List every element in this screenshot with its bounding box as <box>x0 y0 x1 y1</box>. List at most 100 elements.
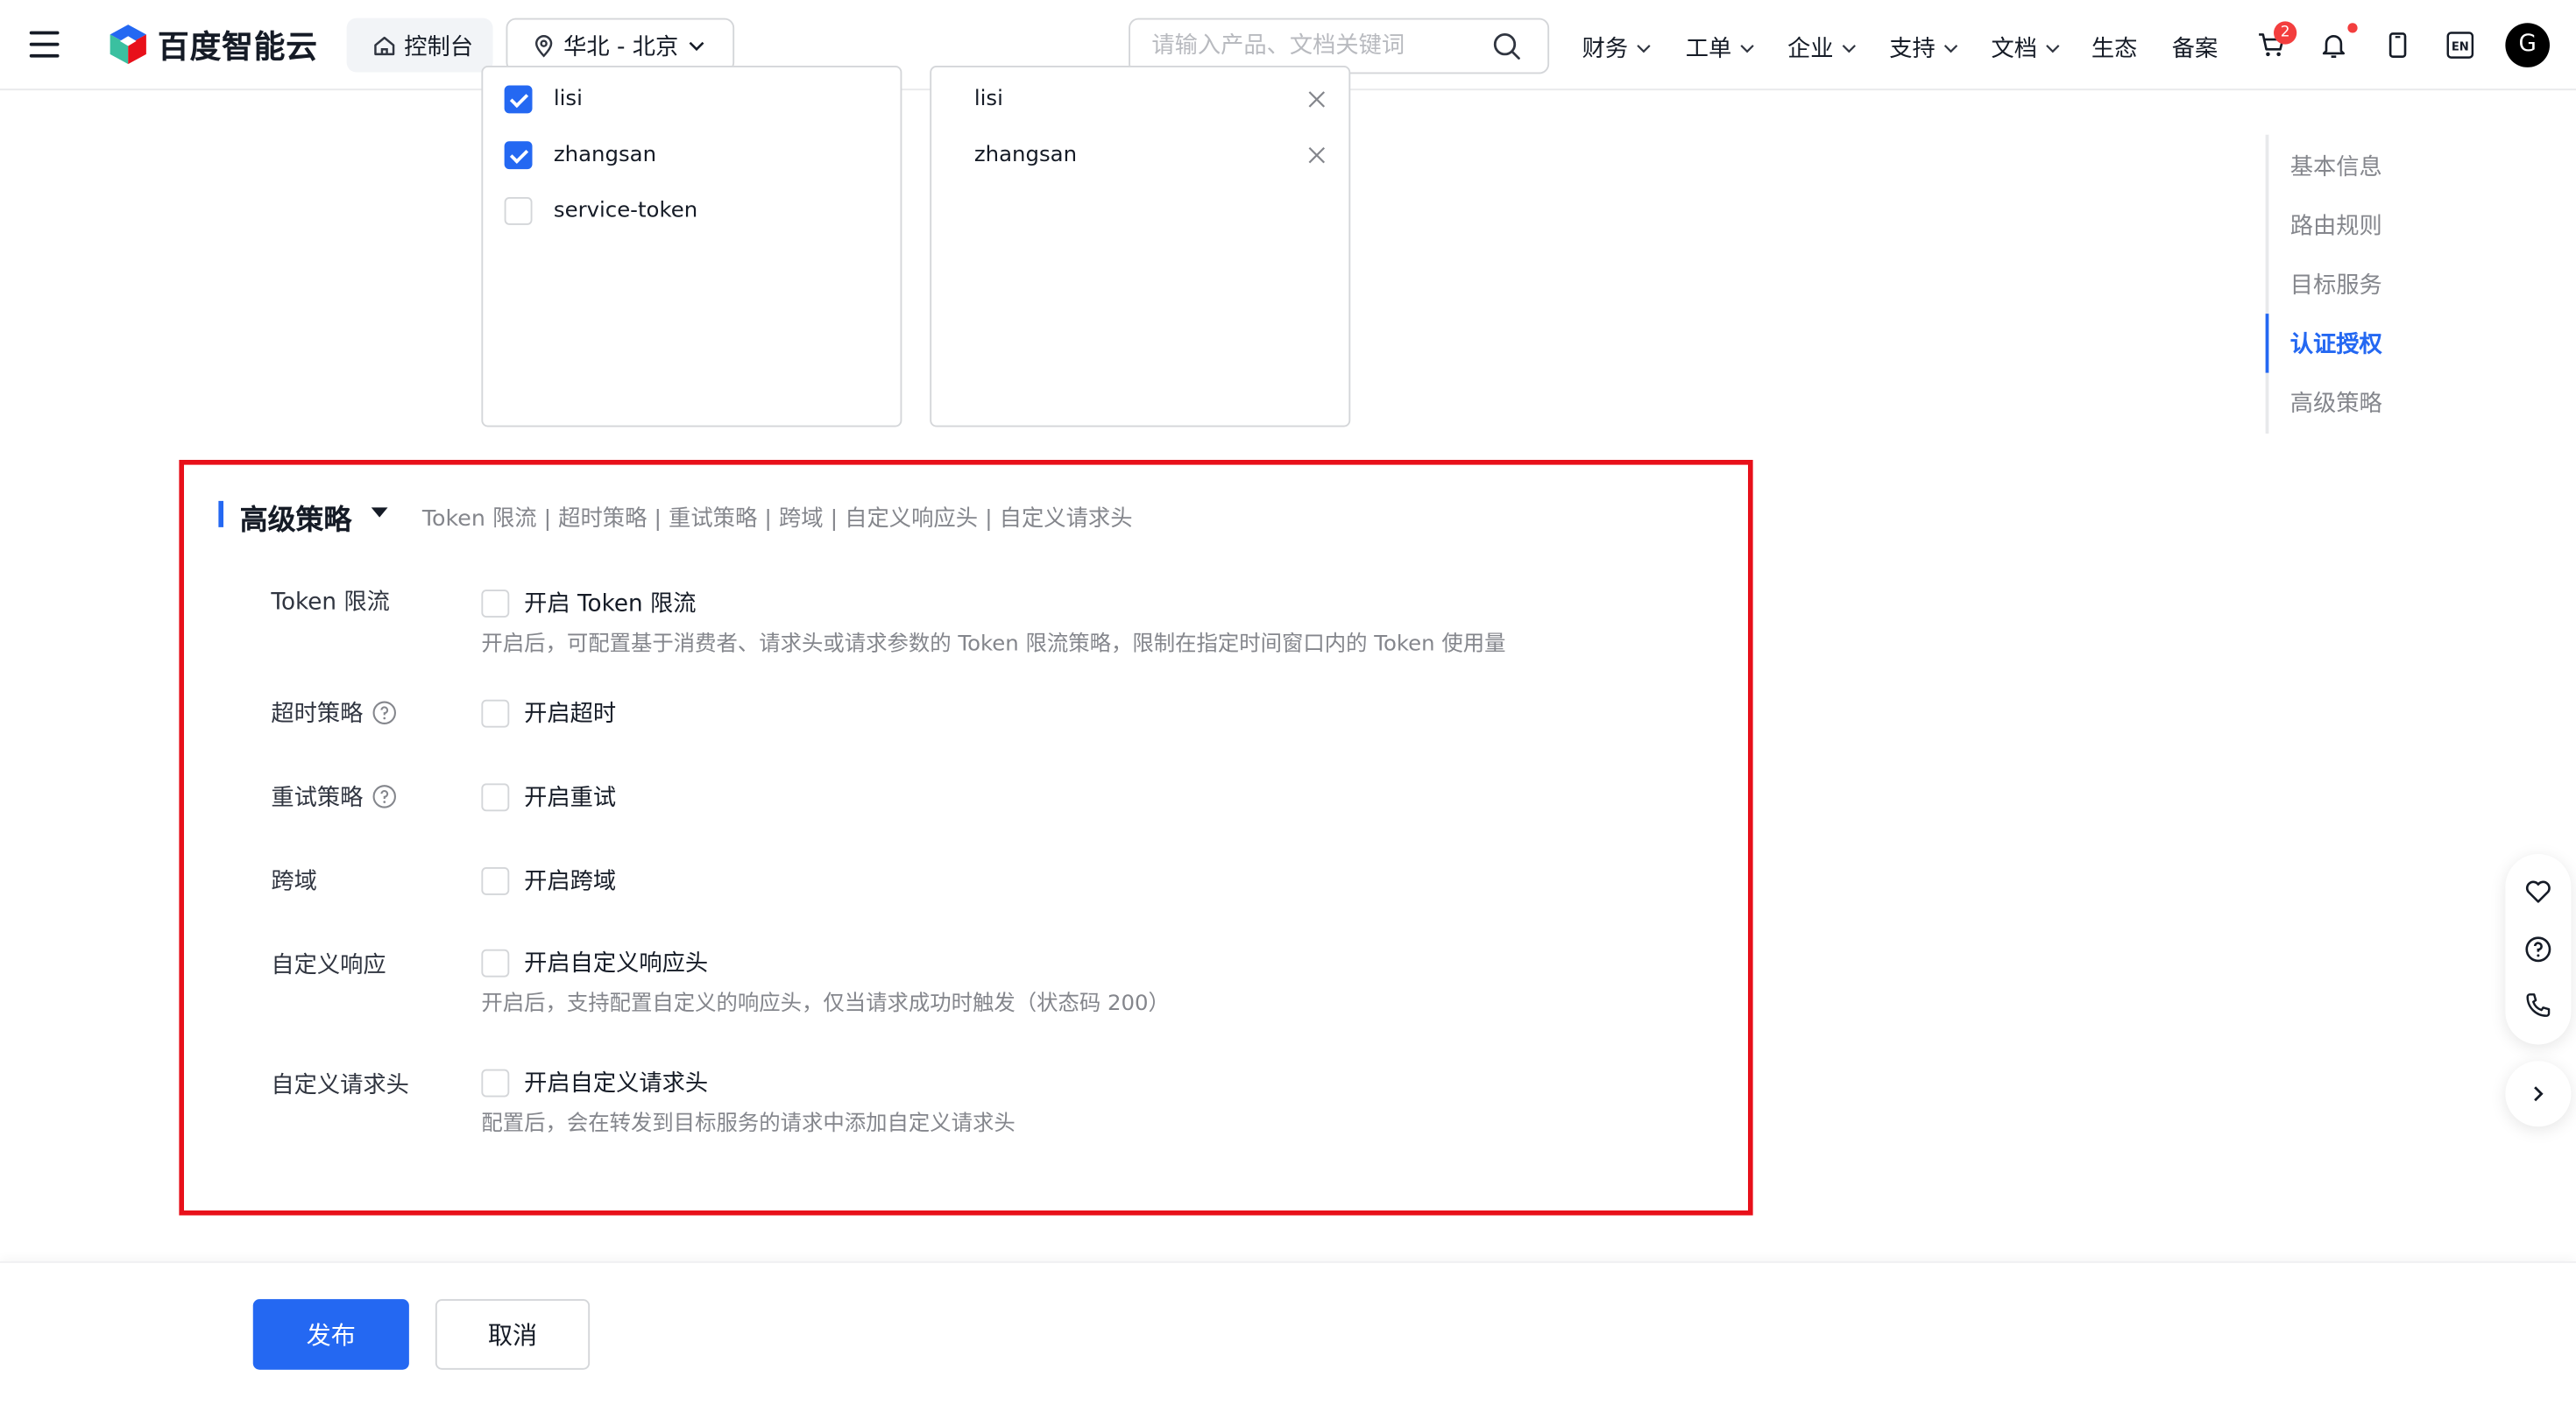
retry-toggle[interactable]: 开启重试 <box>481 780 616 814</box>
menu-icp[interactable]: 备案 <box>2172 32 2219 65</box>
source-item-label: lisi <box>553 86 583 111</box>
cors-label: 跨域 <box>271 864 317 897</box>
console-label: 控制台 <box>404 33 473 60</box>
row-label-text: 自定义响应 <box>271 952 386 979</box>
custom-response-desc: 开启后，支持配置自定义的响应头，仅当请求成功时触发（状态码 200） <box>481 992 1170 1017</box>
menu-docs[interactable]: 文档 <box>1992 32 2063 65</box>
brand-name: 百度智能云 <box>158 28 318 66</box>
menu-finance-label: 财务 <box>1582 36 1629 63</box>
source-checkbox[interactable] <box>504 196 533 224</box>
custom-request-header-checkbox[interactable] <box>481 1068 510 1097</box>
custom-request-header-option: 开启自定义请求头 <box>524 1070 709 1098</box>
anchor-item-advanced[interactable]: 高级策略 <box>2290 386 2382 420</box>
heart-icon[interactable] <box>2523 877 2553 907</box>
chevron-down-icon <box>2046 44 2060 53</box>
source-item-lisi[interactable]: lisi <box>483 82 900 116</box>
chevron-down-icon <box>1740 44 1754 53</box>
language-switch[interactable]: EN <box>2445 30 2476 61</box>
token-limit-option: 开启 Token 限流 <box>524 591 697 618</box>
page: 百度智能云 控制台 华北 - 北京 财务 工单 企业 支持 文档 生态 备案 2… <box>0 0 2576 1405</box>
menu-enterprise[interactable]: 企业 <box>1787 32 1858 65</box>
console-button[interactable]: 控制台 <box>346 18 493 73</box>
section-subtitle: Token 限流 | 超时策略 | 重试策略 | 跨域 | 自定义响应头 | 自… <box>421 505 1133 533</box>
timeout-option: 开启超时 <box>524 701 617 728</box>
anchor-item-auth[interactable]: 认证授权 <box>2290 327 2382 360</box>
source-checkbox[interactable] <box>504 84 533 113</box>
timeout-label: 超时策略 <box>271 696 397 730</box>
menu-support[interactable]: 支持 <box>1889 32 1960 65</box>
row-label-text: Token 限流 <box>271 590 390 617</box>
source-item-label: service-token <box>553 197 698 223</box>
custom-response-label: 自定义响应 <box>271 948 386 981</box>
token-limit-checkbox[interactable] <box>481 589 510 618</box>
remove-icon[interactable] <box>1308 145 1327 164</box>
cors-checkbox[interactable] <box>481 866 510 894</box>
retry-checkbox[interactable] <box>481 782 510 811</box>
anchor-item-basic-info[interactable]: 基本信息 <box>2290 150 2382 183</box>
custom-request-header-toggle[interactable]: 开启自定义请求头 <box>481 1066 708 1099</box>
row-label-text: 重试策略 <box>271 785 364 812</box>
custom-request-header-label: 自定义请求头 <box>271 1068 409 1101</box>
section-title[interactable]: 高级策略 <box>240 496 352 538</box>
menu-support-label: 支持 <box>1889 36 1936 63</box>
source-item-zhangsan[interactable]: zhangsan <box>483 138 900 172</box>
cors-toggle[interactable]: 开启跨域 <box>481 864 616 897</box>
language-icon: EN <box>2446 32 2474 59</box>
target-item-lisi: lisi <box>931 82 1348 116</box>
publish-button[interactable]: 发布 <box>252 1299 409 1370</box>
timeout-toggle[interactable]: 开启超时 <box>481 696 616 730</box>
search-icon[interactable] <box>1492 32 1522 61</box>
token-limit-label: Token 限流 <box>271 585 390 618</box>
home-icon <box>374 35 395 55</box>
row-label-text: 超时策略 <box>271 701 364 728</box>
notification-dot <box>2347 23 2358 33</box>
source-checkbox[interactable] <box>504 140 533 169</box>
chevron-right-icon <box>2534 1086 2544 1102</box>
source-item-service-token[interactable]: service-token <box>483 194 900 227</box>
bell-icon[interactable] <box>2318 30 2350 61</box>
cart-count-badge: 2 <box>2274 21 2297 45</box>
remove-icon[interactable] <box>1308 89 1327 108</box>
language-label: EN <box>2452 41 2469 54</box>
menu-docs-label: 文档 <box>1991 36 2038 63</box>
transfer-target-list: lisi zhangsan <box>930 66 1351 427</box>
chevron-down-icon <box>1943 44 1958 53</box>
menu-ticket[interactable]: 工单 <box>1686 32 1757 65</box>
anchor-item-target-service[interactable]: 目标服务 <box>2290 268 2382 301</box>
mobile-icon[interactable] <box>2382 30 2414 61</box>
expand-button[interactable] <box>2505 1061 2572 1127</box>
source-item-label: zhangsan <box>553 142 657 167</box>
target-item-label: zhangsan <box>973 142 1078 167</box>
target-item-zhangsan: zhangsan <box>931 138 1348 172</box>
help-icon[interactable] <box>2523 935 2553 964</box>
float-toolbar <box>2505 854 2572 1045</box>
location-icon <box>534 34 553 57</box>
custom-response-toggle[interactable]: 开启自定义响应头 <box>481 946 708 979</box>
chevron-down-icon <box>1637 44 1651 53</box>
menu-ecosystem-label: 生态 <box>2091 36 2138 63</box>
region-select[interactable]: 华北 - 北京 <box>506 18 735 73</box>
menu-ticket-label: 工单 <box>1685 36 1732 63</box>
retry-option: 开启重试 <box>524 785 617 812</box>
menu-finance[interactable]: 财务 <box>1582 32 1653 65</box>
token-limit-toggle[interactable]: 开启 Token 限流 <box>481 586 697 619</box>
row-label-text: 自定义请求头 <box>271 1072 409 1099</box>
avatar[interactable]: G <box>2505 23 2550 67</box>
anchor-item-routing-rules[interactable]: 路由规则 <box>2290 208 2382 242</box>
custom-response-checkbox[interactable] <box>481 948 510 977</box>
target-item-label: lisi <box>973 86 1003 111</box>
timeout-checkbox[interactable] <box>481 698 510 727</box>
baidu-cloud-logo-icon <box>110 25 146 65</box>
phone-icon[interactable] <box>2523 991 2553 1020</box>
chevron-down-icon <box>1842 44 1856 53</box>
help-icon[interactable] <box>372 700 398 726</box>
cancel-button[interactable]: 取消 <box>435 1299 591 1370</box>
menu-icon[interactable] <box>29 31 60 58</box>
help-icon[interactable] <box>372 783 398 809</box>
section-accent-bar <box>218 500 223 527</box>
token-limit-desc: 开启后，可配置基于消费者、请求头或请求参数的 Token 限流策略，限制在指定时… <box>481 632 1506 657</box>
menu-icp-label: 备案 <box>2171 36 2219 63</box>
brand-logo[interactable]: 百度智能云 <box>107 21 318 67</box>
menu-ecosystem[interactable]: 生态 <box>2091 32 2138 65</box>
caret-down-icon[interactable] <box>371 507 388 518</box>
